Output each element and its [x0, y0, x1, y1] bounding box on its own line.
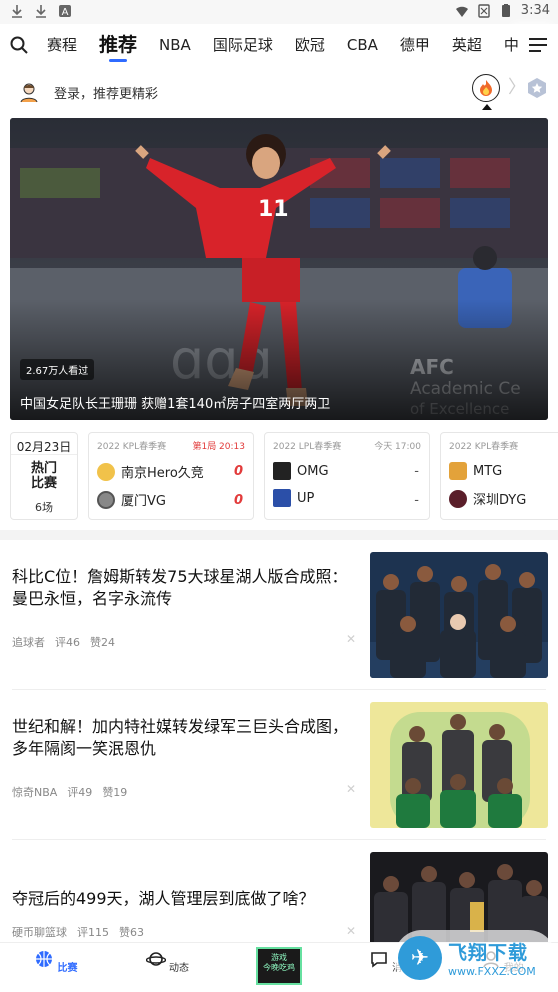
- battery-icon: [501, 3, 510, 17]
- nav-game-promo[interactable]: 游戏 今晚吃鸡: [223, 943, 335, 992]
- news-likes: 赞24: [90, 636, 115, 649]
- watermark-brand: 飞翔下载: [448, 942, 529, 964]
- news-source: 追球者: [12, 636, 45, 649]
- match-strip: 02月23日 热门 比赛 6场 2022 KPL春季赛 第1局 20:13 南京He…: [10, 432, 558, 522]
- date-card[interactable]: 02月23日 热门 比赛 6场: [10, 432, 78, 520]
- news-likes: 赞63: [119, 926, 144, 939]
- league-name: 2022 KPL春季赛: [449, 442, 519, 452]
- news-comments: 评46: [55, 636, 80, 649]
- top-nav: 赛程 推荐 NBA 国际足球 欧冠 CBA 德甲 英超 中: [0, 24, 558, 66]
- search-button[interactable]: [2, 28, 36, 62]
- hot-fire-button[interactable]: [472, 74, 500, 102]
- news-meta: 硬币聊篮球 评115 赞63: [12, 924, 144, 940]
- game-promo-badge: 游戏 今晚吃鸡: [255, 947, 302, 985]
- hero-banner[interactable]: ɑɑɑ AFC Academic Ce of Excellence 11 2.6…: [10, 118, 548, 420]
- match-card[interactable]: 2022 KPL春季赛今天 MTG 深圳DYG: [440, 432, 558, 520]
- view-count-badge: 2.67万人看过: [20, 359, 95, 380]
- hexagon-star-icon[interactable]: [526, 77, 548, 99]
- dismiss-icon[interactable]: ✕: [346, 632, 356, 646]
- planet-icon: [145, 952, 166, 966]
- app-a-icon: A: [59, 5, 71, 18]
- news-meta: 追球者 评46 赞24: [12, 634, 115, 650]
- watermark-logo-icon: ✈: [398, 936, 442, 980]
- match-card[interactable]: 2022 LPL春季赛 今天 17:00 OMG - UP -: [264, 432, 430, 520]
- category-tabs: 赛程 推荐 NBA 国际足球 欧冠 CBA 德甲 英超 中: [36, 24, 518, 66]
- dismiss-icon[interactable]: ✕: [346, 924, 356, 938]
- hot-matches-label: 热门 比赛: [30, 461, 57, 491]
- basketball-icon: [36, 951, 53, 967]
- nav-feed[interactable]: 动态: [112, 943, 224, 992]
- status-bar: A 3:34: [0, 0, 558, 24]
- tab-intl-football[interactable]: 国际足球: [202, 24, 284, 66]
- match-status: 第1局 20:13: [192, 442, 245, 452]
- tab-bundesliga[interactable]: 德甲: [389, 24, 441, 66]
- tab-recommend[interactable]: 推荐: [88, 24, 148, 66]
- team-name: MTG: [473, 463, 503, 479]
- svg-text:A: A: [62, 7, 69, 18]
- news-item[interactable]: 世纪和解！加内特社媒转发绿军三巨头合成图，多年隔阂一笑泯恩仇 惊奇NBA 评49…: [0, 690, 558, 840]
- nav-label: 比赛: [57, 963, 78, 974]
- news-title[interactable]: 科比C位！詹姆斯转发75大球星湖人版合成照：曼巴永恒，名字永流传: [12, 566, 352, 610]
- team-logo-icon: [273, 462, 291, 480]
- status-time: 3:34: [520, 3, 550, 18]
- menu-button[interactable]: [518, 24, 558, 66]
- team-name: 深圳DYG: [473, 493, 527, 508]
- team-name: 南京Hero久竞: [121, 466, 204, 481]
- news-title[interactable]: 夺冠后的499天，湖人管理层到底做了啥？: [12, 888, 352, 910]
- team-score: -: [414, 493, 419, 508]
- news-comments: 评115: [77, 926, 109, 939]
- login-bar[interactable]: 登录，推荐更精彩 〉: [0, 72, 558, 112]
- team-logo-icon: [97, 490, 115, 509]
- watermark: ✈ 飞翔下载 www.FXXZ.COM: [394, 930, 556, 986]
- news-comments: 评49: [67, 786, 93, 799]
- team-score: 0: [233, 464, 243, 479]
- separator-icon: 〉: [508, 77, 526, 98]
- tab-epl[interactable]: 英超: [441, 24, 493, 66]
- tab-cba[interactable]: CBA: [336, 24, 389, 66]
- match-date: 02月23日: [11, 433, 77, 455]
- tab-ucl[interactable]: 欧冠: [284, 24, 336, 66]
- tab-schedule[interactable]: 赛程: [36, 24, 88, 66]
- team-logo-icon: [449, 489, 467, 508]
- no-sim-icon: [478, 3, 490, 18]
- search-icon: [10, 36, 28, 54]
- news-meta: 惊奇NBA 评49 赞19: [12, 784, 127, 800]
- news-likes: 赞19: [102, 786, 128, 799]
- news-item[interactable]: 科比C位！詹姆斯转发75大球星湖人版合成照：曼巴永恒，名字永流传 追球者 评46…: [0, 540, 558, 690]
- team-name: OMG: [297, 463, 329, 479]
- news-thumbnail[interactable]: [370, 552, 548, 678]
- team-logo-icon: [97, 462, 115, 481]
- section-divider: [0, 530, 558, 540]
- match-count: 6场: [35, 501, 53, 514]
- hero-caption[interactable]: 中国女足队长王珊珊 获赠1套140㎡房子四室两厅两卫: [20, 393, 330, 412]
- news-title[interactable]: 世纪和解！加内特社媒转发绿军三巨头合成图，多年隔阂一笑泯恩仇: [12, 716, 352, 760]
- news-source: 硬币聊篮球: [12, 926, 67, 939]
- league-name: 2022 KPL春季赛: [97, 442, 167, 452]
- league-name: 2022 LPL春季赛: [273, 442, 342, 452]
- download-icon: [36, 5, 46, 18]
- team-score: 0: [233, 493, 243, 508]
- match-status: 今天 17:00: [374, 442, 421, 452]
- nav-label: 动态: [168, 963, 189, 974]
- dismiss-icon[interactable]: ✕: [346, 782, 356, 796]
- watermark-url: www.FXXZ.COM: [448, 965, 536, 978]
- team-score: -: [414, 464, 419, 479]
- wifi-icon: [455, 6, 468, 17]
- team-logo-icon: [273, 489, 291, 507]
- login-prompt[interactable]: 登录，推荐更精彩: [54, 83, 158, 102]
- news-thumbnail[interactable]: [370, 702, 548, 828]
- hamburger-menu-icon: [529, 38, 547, 52]
- team-name: UP: [297, 490, 315, 506]
- avatar-icon: [20, 83, 38, 103]
- download-icon: [12, 5, 22, 18]
- tab-csl[interactable]: 中: [493, 24, 518, 66]
- news-source: 惊奇NBA: [12, 786, 58, 799]
- team-logo-icon: [449, 462, 467, 480]
- team-name: 厦门VG: [121, 494, 166, 509]
- tab-nba[interactable]: NBA: [148, 24, 202, 66]
- nav-matches[interactable]: 比赛: [0, 943, 112, 992]
- message-icon: [371, 952, 387, 968]
- fire-icon: [480, 80, 492, 96]
- match-card[interactable]: 2022 KPL春季赛 第1局 20:13 南京Hero久竞 0 厦门VG 0: [88, 432, 254, 520]
